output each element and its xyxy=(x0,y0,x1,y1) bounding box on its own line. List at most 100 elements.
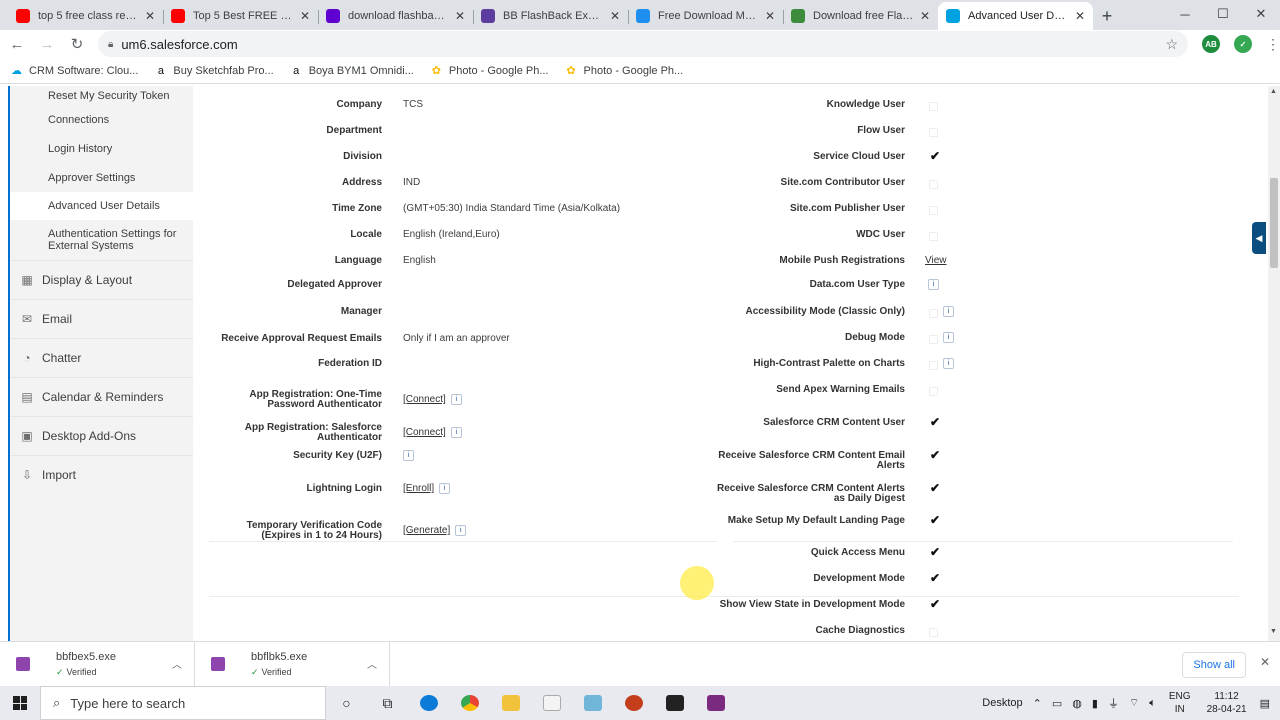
bookmark-3[interactable]: ✿ Photo - Google Ph... xyxy=(430,64,549,78)
sidebar-item-advanced-user-details[interactable]: Advanced User Details xyxy=(10,192,193,220)
info-icon[interactable]: i xyxy=(943,358,954,369)
tab-5[interactable]: Download free FlashBack ✕ xyxy=(783,2,938,30)
maximize-icon[interactable]: ☐ xyxy=(1204,0,1242,28)
tab-4[interactable]: Free Download Manager ✕ xyxy=(628,2,783,30)
scroll-up-icon[interactable]: ▲ xyxy=(1270,88,1277,95)
download-item-1[interactable]: bbflbk5.exe ✓ Verified ︿ xyxy=(195,641,390,687)
info-icon[interactable]: i xyxy=(450,427,462,438)
info-icon[interactable]: i xyxy=(943,332,954,343)
close-window-icon[interactable]: ✕ xyxy=(1242,0,1280,28)
edge-icon[interactable] xyxy=(408,686,449,720)
bookmark-star-icon[interactable]: ☆ xyxy=(1165,36,1178,53)
task-view-icon[interactable]: ⧉ xyxy=(367,686,408,720)
notepad-icon[interactable] xyxy=(531,686,572,720)
info-icon[interactable]: i xyxy=(455,525,467,536)
address-bar[interactable]: 🔒︎ um6.salesforce.com ☆ xyxy=(98,31,1188,57)
file-explorer-icon[interactable] xyxy=(490,686,531,720)
field-link-12[interactable]: [Connect] xyxy=(403,427,446,438)
info-icon[interactable]: i xyxy=(928,279,939,290)
info-icon[interactable]: i xyxy=(439,483,451,494)
back-arrow-icon[interactable]: ← xyxy=(4,31,30,57)
info-icon[interactable]: i xyxy=(450,394,462,405)
language-indicator[interactable]: ENG IN xyxy=(1169,690,1191,716)
checkbox[interactable] xyxy=(929,387,938,396)
chevron-up-icon[interactable]: ︿ xyxy=(367,656,377,671)
sidebar-item-reset-my-security-token[interactable]: Reset My Security Token xyxy=(10,86,193,105)
tray-app-icon[interactable]: ▭ xyxy=(1052,697,1062,710)
chevron-up-icon[interactable]: ︿ xyxy=(172,656,182,671)
start-button[interactable] xyxy=(0,686,40,720)
page-scrollbar[interactable]: ▲ ▼ xyxy=(1268,86,1280,641)
clock[interactable]: 11:12 28-04-21 xyxy=(1207,690,1247,716)
show-all-downloads-button[interactable]: Show all xyxy=(1182,652,1246,678)
setting-link[interactable]: View xyxy=(925,255,947,267)
bookmark-4[interactable]: ✿ Photo - Google Ph... xyxy=(565,64,683,78)
chrome-icon[interactable] xyxy=(449,686,490,720)
sidebar-section-display-layout[interactable]: ▦ Display & Layout xyxy=(10,260,193,299)
field-link-15[interactable]: [Generate] xyxy=(403,525,450,536)
new-tab-button[interactable]: + xyxy=(1093,2,1121,30)
field-link-14[interactable]: [Enroll] xyxy=(403,483,434,494)
flashback-icon[interactable] xyxy=(695,686,736,720)
sidebar-item-authentication-settings-for-external-systems[interactable]: Authentication Settings for External Sys… xyxy=(10,220,193,260)
close-tab-icon[interactable]: ✕ xyxy=(145,9,155,23)
info-icon[interactable]: i xyxy=(403,450,414,461)
desktop-toolbar-label[interactable]: Desktop xyxy=(982,697,1022,709)
cortana-icon[interactable]: ○ xyxy=(326,686,367,720)
extension-adblock-icon[interactable]: AB xyxy=(1202,35,1220,53)
sidebar-section-desktop-add-ons[interactable]: ▣ Desktop Add-Ons xyxy=(10,416,193,455)
volume-icon[interactable]: 🔈︎ xyxy=(1149,697,1156,710)
close-downloads-icon[interactable]: ✕ xyxy=(1260,655,1270,669)
sidebar-section-calendar-reminders[interactable]: ▤ Calendar & Reminders xyxy=(10,377,193,416)
checkbox[interactable] xyxy=(929,128,938,137)
reload-icon[interactable]: ↻ xyxy=(64,31,90,57)
view-link[interactable]: View xyxy=(925,255,947,266)
checkbox[interactable] xyxy=(929,102,938,111)
sidebar-item-login-history[interactable]: Login History xyxy=(10,134,193,163)
download-item-0[interactable]: bbfbex5.exe ✓ Verified ︿ xyxy=(0,641,195,687)
close-tab-icon[interactable]: ✕ xyxy=(300,9,310,23)
sidebar-item-approver-settings[interactable]: Approver Settings xyxy=(10,163,193,192)
checkbox[interactable] xyxy=(929,628,938,637)
sidebar-item-connections[interactable]: Connections xyxy=(10,105,193,134)
tab-6[interactable]: Advanced User Details ✕ xyxy=(938,2,1093,30)
sidebar-section-email[interactable]: ✉ Email xyxy=(10,299,193,338)
tab-0[interactable]: top 5 free class recording ✕ xyxy=(8,2,163,30)
tray-chevron-icon[interactable]: ⌃ xyxy=(1033,697,1042,710)
recorder-icon[interactable] xyxy=(654,686,695,720)
checkbox[interactable] xyxy=(929,232,938,241)
minimize-icon[interactable]: ─ xyxy=(1166,0,1204,28)
tab-1[interactable]: Top 5 Best FREE SCREEN ✕ xyxy=(163,2,318,30)
close-tab-icon[interactable]: ✕ xyxy=(765,9,775,23)
chrome-menu-icon[interactable]: ⋮ xyxy=(1266,36,1280,53)
sidebar-section-import[interactable]: ⇩ Import xyxy=(10,455,193,494)
close-tab-icon[interactable]: ✕ xyxy=(610,9,620,23)
bookmark-0[interactable]: ☁ CRM Software: Clou... xyxy=(10,64,138,78)
taskbar-search[interactable]: ⌕ Type here to search xyxy=(40,686,326,720)
usb-icon[interactable]: ⏚ xyxy=(1108,695,1119,711)
tray-app-icon-3[interactable]: ▮ xyxy=(1092,697,1098,710)
checkbox[interactable] xyxy=(929,309,938,318)
tray-app-icon-2[interactable]: ◍ xyxy=(1072,697,1082,710)
checkbox[interactable] xyxy=(929,335,938,344)
scroll-down-icon[interactable]: ▼ xyxy=(1270,628,1277,635)
bookmark-2[interactable]: a Boya BYM1 Omnidi... xyxy=(290,64,414,77)
extension-shield-icon[interactable]: ✓ xyxy=(1234,35,1252,53)
close-tab-icon[interactable]: ✕ xyxy=(1075,9,1085,23)
notification-icon[interactable]: ▤ xyxy=(1260,697,1270,710)
sidebar-section-chatter[interactable]: ◔ Chatter xyxy=(10,338,193,377)
wifi-icon[interactable]: ⌔ xyxy=(1129,696,1139,710)
tab-3[interactable]: BB FlashBack Express - ✕ xyxy=(473,2,628,30)
checkbox[interactable] xyxy=(929,180,938,189)
checkbox[interactable] xyxy=(929,206,938,215)
powerpoint-icon[interactable] xyxy=(613,686,654,720)
close-tab-icon[interactable]: ✕ xyxy=(920,9,930,23)
bookmark-1[interactable]: a Buy Sketchfab Pro... xyxy=(154,64,274,77)
tab-2[interactable]: download flashback express ✕ xyxy=(318,2,473,30)
info-icon[interactable]: i xyxy=(943,306,954,317)
close-tab-icon[interactable]: ✕ xyxy=(455,9,465,23)
app-icon[interactable] xyxy=(572,686,613,720)
scroll-thumb[interactable] xyxy=(1270,178,1278,268)
checkbox[interactable] xyxy=(929,361,938,370)
collapse-panel-icon[interactable]: ◀ xyxy=(1252,222,1266,254)
